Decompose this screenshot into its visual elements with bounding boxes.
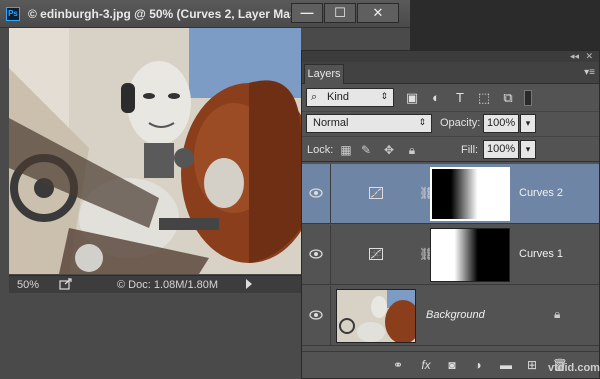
blend-mode-select[interactable]: Normal ⇕ bbox=[306, 114, 432, 133]
filter-kind-label: Kind bbox=[327, 91, 350, 103]
fx-icon[interactable]: fx bbox=[418, 357, 434, 373]
filter-toggle-switch[interactable] bbox=[524, 90, 532, 106]
chevron-updown-icon: ⇕ bbox=[418, 117, 426, 127]
link-layers-icon[interactable]: ⚭ bbox=[390, 357, 406, 373]
opacity-label: Opacity: bbox=[440, 117, 481, 129]
layer-row-background[interactable]: Background 🔒︎ bbox=[302, 286, 599, 346]
blend-mode-label: Normal bbox=[313, 117, 349, 129]
fill-label: Fill: bbox=[461, 144, 479, 156]
adjustment-filter-icon[interactable]: ◐ bbox=[428, 90, 444, 106]
lock-transparency-icon[interactable]: ▦ bbox=[339, 143, 353, 157]
filter-kind-select[interactable]: ⌕ Kind ⇕ bbox=[306, 88, 394, 107]
close-button[interactable]: ✕ bbox=[357, 3, 399, 23]
opacity-input[interactable]: 100% bbox=[483, 114, 519, 133]
pixel-filter-icon[interactable]: ▣ bbox=[404, 90, 420, 106]
minimize-button[interactable]: — bbox=[291, 3, 323, 23]
document-titlebar[interactable]: Ps © edinburgh-3.jpg @ 50% (Curves 2, La… bbox=[0, 0, 410, 28]
new-adjustment-layer-icon[interactable]: ◑ bbox=[470, 357, 486, 373]
watermark-text: vtdid.com bbox=[548, 362, 600, 374]
visibility-eye-icon[interactable] bbox=[309, 310, 323, 320]
panel-menu-icon[interactable]: ▾≡ bbox=[584, 67, 595, 78]
tab-layers[interactable]: Layers bbox=[304, 64, 344, 84]
lock-all-icon[interactable]: 🔒︎ bbox=[405, 143, 419, 157]
zoom-level[interactable]: 50% bbox=[17, 279, 39, 291]
export-icon[interactable] bbox=[59, 278, 73, 290]
visibility-eye-icon[interactable] bbox=[309, 188, 323, 198]
layer-filter-row: ⌕ Kind ⇕ ▣ ◐ T ⬚ ⧉ bbox=[302, 85, 599, 111]
panel-tabbar: Layers ▾≡ bbox=[302, 62, 599, 84]
search-icon: ⌕ bbox=[311, 91, 318, 103]
layer-mask-thumbnail[interactable] bbox=[430, 228, 510, 282]
layers-list: ⛓︎ Curves 2 ⛓︎ Curves 1 Background 🔒︎ bbox=[302, 164, 599, 350]
visibility-eye-icon[interactable] bbox=[309, 249, 323, 259]
fill-dropdown-button[interactable]: ▾ bbox=[520, 140, 536, 159]
visibility-column-divider bbox=[330, 164, 331, 224]
collapse-panel-icon[interactable]: ◂◂ bbox=[570, 51, 579, 61]
chevron-updown-icon: ⇕ bbox=[380, 91, 388, 101]
status-menu-arrow-icon[interactable] bbox=[246, 279, 252, 289]
document-status-bar: 50% © Doc: 1.08M/1.80M bbox=[9, 275, 301, 293]
document-title: © edinburgh-3.jpg @ 50% (Curves 2, Layer… bbox=[28, 7, 307, 21]
maximize-button[interactable]: ☐ bbox=[324, 3, 356, 23]
doc-size-info: © Doc: 1.08M/1.80M bbox=[117, 279, 219, 291]
layer-lock-icon: 🔒︎ bbox=[554, 307, 561, 321]
smart-object-filter-icon[interactable]: ⧉ bbox=[500, 90, 516, 106]
type-filter-icon[interactable]: T bbox=[452, 90, 468, 106]
add-mask-icon[interactable]: ◙ bbox=[444, 357, 460, 373]
blend-row: Normal ⇕ Opacity: 100% ▾ bbox=[302, 111, 599, 135]
robot-photo bbox=[9, 28, 301, 274]
lock-pixels-brush-icon[interactable]: ✎ bbox=[359, 143, 373, 157]
lock-row: Lock: ▦ ✎ ✥ 🔒︎ Fill: 100% ▾ bbox=[302, 136, 599, 162]
background-thumbnail-image bbox=[337, 290, 415, 342]
image-canvas[interactable] bbox=[9, 28, 301, 274]
fill-input[interactable]: 100% bbox=[483, 140, 519, 159]
curves-adjustment-icon[interactable] bbox=[369, 248, 383, 260]
layers-panel: ◂◂ ✕ Layers ▾≡ ⌕ Kind ⇕ ▣ ◐ T ⬚ ⧉ Normal… bbox=[301, 50, 600, 379]
new-group-folder-icon[interactable]: ▬ bbox=[498, 357, 514, 373]
curves-adjustment-icon[interactable] bbox=[369, 187, 383, 199]
layer-row-curves-1[interactable]: ⛓︎ Curves 1 bbox=[302, 225, 599, 285]
panel-header-strip[interactable]: ◂◂ ✕ bbox=[302, 51, 599, 62]
new-layer-icon[interactable]: ⊞ bbox=[524, 357, 540, 373]
lock-label: Lock: bbox=[307, 144, 334, 156]
visibility-column-divider bbox=[330, 286, 331, 346]
opacity-dropdown-button[interactable]: ▾ bbox=[520, 114, 536, 133]
layer-name[interactable]: Curves 2 bbox=[519, 187, 563, 199]
layer-mask-thumbnail[interactable] bbox=[430, 167, 510, 221]
layer-name[interactable]: Background bbox=[426, 309, 485, 321]
lock-position-move-icon[interactable]: ✥ bbox=[382, 143, 396, 157]
layer-name[interactable]: Curves 1 bbox=[519, 248, 563, 260]
photoshop-app-icon: Ps bbox=[6, 7, 20, 21]
close-panel-icon[interactable]: ✕ bbox=[585, 51, 593, 61]
visibility-column-divider bbox=[330, 225, 331, 285]
layer-row-curves-2[interactable]: ⛓︎ Curves 2 bbox=[302, 164, 599, 224]
layer-thumbnail[interactable] bbox=[336, 289, 416, 343]
shape-filter-icon[interactable]: ⬚ bbox=[476, 90, 492, 106]
